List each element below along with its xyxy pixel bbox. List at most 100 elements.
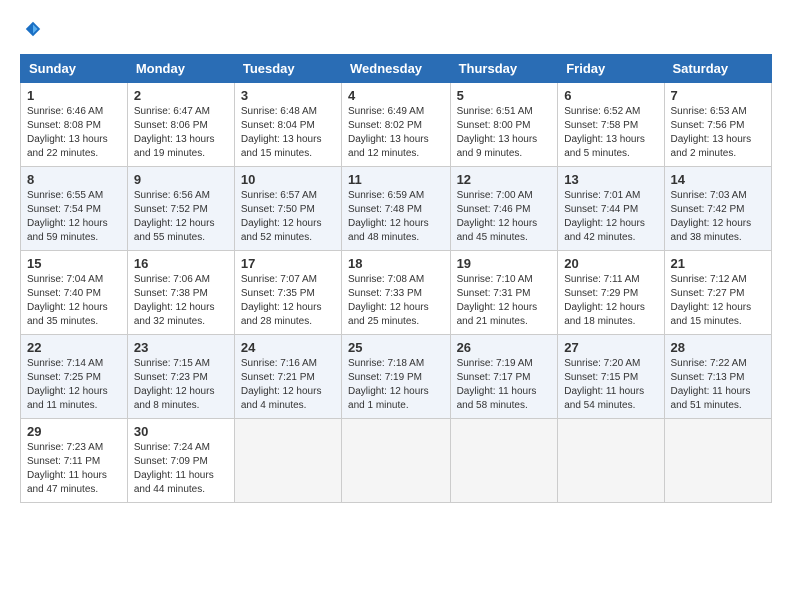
- calendar: SundayMondayTuesdayWednesdayThursdayFrid…: [20, 54, 772, 503]
- day-info: Sunrise: 7:07 AMSunset: 7:35 PMDaylight:…: [241, 274, 322, 327]
- day-number: 19: [457, 256, 552, 271]
- day-number: 24: [241, 340, 335, 355]
- calendar-day-cell: 23 Sunrise: 7:15 AMSunset: 7:23 PMDaylig…: [127, 335, 234, 419]
- weekday-header: Friday: [558, 55, 664, 83]
- calendar-day-cell: 24 Sunrise: 7:16 AMSunset: 7:21 PMDaylig…: [234, 335, 341, 419]
- calendar-week-row: 15 Sunrise: 7:04 AMSunset: 7:40 PMDaylig…: [21, 251, 772, 335]
- calendar-day-cell: 13 Sunrise: 7:01 AMSunset: 7:44 PMDaylig…: [558, 167, 664, 251]
- day-number: 29: [27, 424, 121, 439]
- day-info: Sunrise: 6:55 AMSunset: 7:54 PMDaylight:…: [27, 190, 108, 243]
- calendar-day-cell: [234, 419, 341, 503]
- day-number: 28: [671, 340, 765, 355]
- day-number: 27: [564, 340, 657, 355]
- day-info: Sunrise: 6:56 AMSunset: 7:52 PMDaylight:…: [134, 190, 215, 243]
- calendar-week-row: 22 Sunrise: 7:14 AMSunset: 7:25 PMDaylig…: [21, 335, 772, 419]
- calendar-day-cell: 17 Sunrise: 7:07 AMSunset: 7:35 PMDaylig…: [234, 251, 341, 335]
- day-number: 10: [241, 172, 335, 187]
- day-number: 6: [564, 88, 657, 103]
- calendar-day-cell: 27 Sunrise: 7:20 AMSunset: 7:15 PMDaylig…: [558, 335, 664, 419]
- day-number: 23: [134, 340, 228, 355]
- day-number: 3: [241, 88, 335, 103]
- day-number: 25: [348, 340, 444, 355]
- calendar-day-cell: [664, 419, 771, 503]
- day-number: 20: [564, 256, 657, 271]
- day-number: 12: [457, 172, 552, 187]
- weekday-header: Monday: [127, 55, 234, 83]
- day-number: 15: [27, 256, 121, 271]
- calendar-week-row: 29 Sunrise: 7:23 AMSunset: 7:11 PMDaylig…: [21, 419, 772, 503]
- weekday-header: Saturday: [664, 55, 771, 83]
- day-number: 16: [134, 256, 228, 271]
- day-info: Sunrise: 7:04 AMSunset: 7:40 PMDaylight:…: [27, 274, 108, 327]
- calendar-day-cell: 6 Sunrise: 6:52 AMSunset: 7:58 PMDayligh…: [558, 83, 664, 167]
- calendar-day-cell: 14 Sunrise: 7:03 AMSunset: 7:42 PMDaylig…: [664, 167, 771, 251]
- calendar-day-cell: 12 Sunrise: 7:00 AMSunset: 7:46 PMDaylig…: [450, 167, 558, 251]
- day-info: Sunrise: 6:49 AMSunset: 8:02 PMDaylight:…: [348, 106, 429, 159]
- calendar-day-cell: 4 Sunrise: 6:49 AMSunset: 8:02 PMDayligh…: [342, 83, 451, 167]
- day-number: 21: [671, 256, 765, 271]
- day-number: 2: [134, 88, 228, 103]
- day-info: Sunrise: 6:48 AMSunset: 8:04 PMDaylight:…: [241, 106, 322, 159]
- day-info: Sunrise: 7:03 AMSunset: 7:42 PMDaylight:…: [671, 190, 752, 243]
- day-info: Sunrise: 7:18 AMSunset: 7:19 PMDaylight:…: [348, 358, 429, 411]
- calendar-day-cell: 7 Sunrise: 6:53 AMSunset: 7:56 PMDayligh…: [664, 83, 771, 167]
- calendar-day-cell: 11 Sunrise: 6:59 AMSunset: 7:48 PMDaylig…: [342, 167, 451, 251]
- day-number: 5: [457, 88, 552, 103]
- day-info: Sunrise: 7:01 AMSunset: 7:44 PMDaylight:…: [564, 190, 645, 243]
- day-info: Sunrise: 7:20 AMSunset: 7:15 PMDaylight:…: [564, 358, 644, 411]
- calendar-day-cell: 25 Sunrise: 7:18 AMSunset: 7:19 PMDaylig…: [342, 335, 451, 419]
- calendar-day-cell: 16 Sunrise: 7:06 AMSunset: 7:38 PMDaylig…: [127, 251, 234, 335]
- day-number: 22: [27, 340, 121, 355]
- day-info: Sunrise: 6:59 AMSunset: 7:48 PMDaylight:…: [348, 190, 429, 243]
- day-number: 30: [134, 424, 228, 439]
- day-number: 13: [564, 172, 657, 187]
- day-info: Sunrise: 7:14 AMSunset: 7:25 PMDaylight:…: [27, 358, 108, 411]
- day-number: 9: [134, 172, 228, 187]
- day-number: 14: [671, 172, 765, 187]
- day-info: Sunrise: 6:51 AMSunset: 8:00 PMDaylight:…: [457, 106, 538, 159]
- day-number: 1: [27, 88, 121, 103]
- day-info: Sunrise: 6:57 AMSunset: 7:50 PMDaylight:…: [241, 190, 322, 243]
- calendar-day-cell: 28 Sunrise: 7:22 AMSunset: 7:13 PMDaylig…: [664, 335, 771, 419]
- day-number: 18: [348, 256, 444, 271]
- calendar-header-row: SundayMondayTuesdayWednesdayThursdayFrid…: [21, 55, 772, 83]
- calendar-day-cell: 29 Sunrise: 7:23 AMSunset: 7:11 PMDaylig…: [21, 419, 128, 503]
- calendar-day-cell: 22 Sunrise: 7:14 AMSunset: 7:25 PMDaylig…: [21, 335, 128, 419]
- calendar-week-row: 1 Sunrise: 6:46 AMSunset: 8:08 PMDayligh…: [21, 83, 772, 167]
- day-info: Sunrise: 7:19 AMSunset: 7:17 PMDaylight:…: [457, 358, 537, 411]
- calendar-day-cell: [450, 419, 558, 503]
- calendar-day-cell: 8 Sunrise: 6:55 AMSunset: 7:54 PMDayligh…: [21, 167, 128, 251]
- calendar-day-cell: 15 Sunrise: 7:04 AMSunset: 7:40 PMDaylig…: [21, 251, 128, 335]
- logo: [20, 20, 42, 38]
- day-info: Sunrise: 6:52 AMSunset: 7:58 PMDaylight:…: [564, 106, 645, 159]
- day-info: Sunrise: 7:22 AMSunset: 7:13 PMDaylight:…: [671, 358, 751, 411]
- weekday-header: Wednesday: [342, 55, 451, 83]
- calendar-day-cell: 20 Sunrise: 7:11 AMSunset: 7:29 PMDaylig…: [558, 251, 664, 335]
- day-info: Sunrise: 7:08 AMSunset: 7:33 PMDaylight:…: [348, 274, 429, 327]
- calendar-day-cell: 1 Sunrise: 6:46 AMSunset: 8:08 PMDayligh…: [21, 83, 128, 167]
- calendar-day-cell: 10 Sunrise: 6:57 AMSunset: 7:50 PMDaylig…: [234, 167, 341, 251]
- day-number: 4: [348, 88, 444, 103]
- day-info: Sunrise: 6:53 AMSunset: 7:56 PMDaylight:…: [671, 106, 752, 159]
- day-info: Sunrise: 7:15 AMSunset: 7:23 PMDaylight:…: [134, 358, 215, 411]
- calendar-day-cell: 21 Sunrise: 7:12 AMSunset: 7:27 PMDaylig…: [664, 251, 771, 335]
- day-info: Sunrise: 7:23 AMSunset: 7:11 PMDaylight:…: [27, 442, 107, 495]
- calendar-day-cell: 5 Sunrise: 6:51 AMSunset: 8:00 PMDayligh…: [450, 83, 558, 167]
- calendar-day-cell: [342, 419, 451, 503]
- day-info: Sunrise: 7:24 AMSunset: 7:09 PMDaylight:…: [134, 442, 214, 495]
- weekday-header: Tuesday: [234, 55, 341, 83]
- day-number: 11: [348, 172, 444, 187]
- calendar-week-row: 8 Sunrise: 6:55 AMSunset: 7:54 PMDayligh…: [21, 167, 772, 251]
- weekday-header: Sunday: [21, 55, 128, 83]
- day-info: Sunrise: 7:12 AMSunset: 7:27 PMDaylight:…: [671, 274, 752, 327]
- day-info: Sunrise: 7:16 AMSunset: 7:21 PMDaylight:…: [241, 358, 322, 411]
- day-info: Sunrise: 7:00 AMSunset: 7:46 PMDaylight:…: [457, 190, 538, 243]
- weekday-header: Thursday: [450, 55, 558, 83]
- day-number: 26: [457, 340, 552, 355]
- calendar-day-cell: 19 Sunrise: 7:10 AMSunset: 7:31 PMDaylig…: [450, 251, 558, 335]
- calendar-day-cell: 30 Sunrise: 7:24 AMSunset: 7:09 PMDaylig…: [127, 419, 234, 503]
- calendar-day-cell: [558, 419, 664, 503]
- day-info: Sunrise: 7:11 AMSunset: 7:29 PMDaylight:…: [564, 274, 645, 327]
- day-number: 7: [671, 88, 765, 103]
- calendar-day-cell: 9 Sunrise: 6:56 AMSunset: 7:52 PMDayligh…: [127, 167, 234, 251]
